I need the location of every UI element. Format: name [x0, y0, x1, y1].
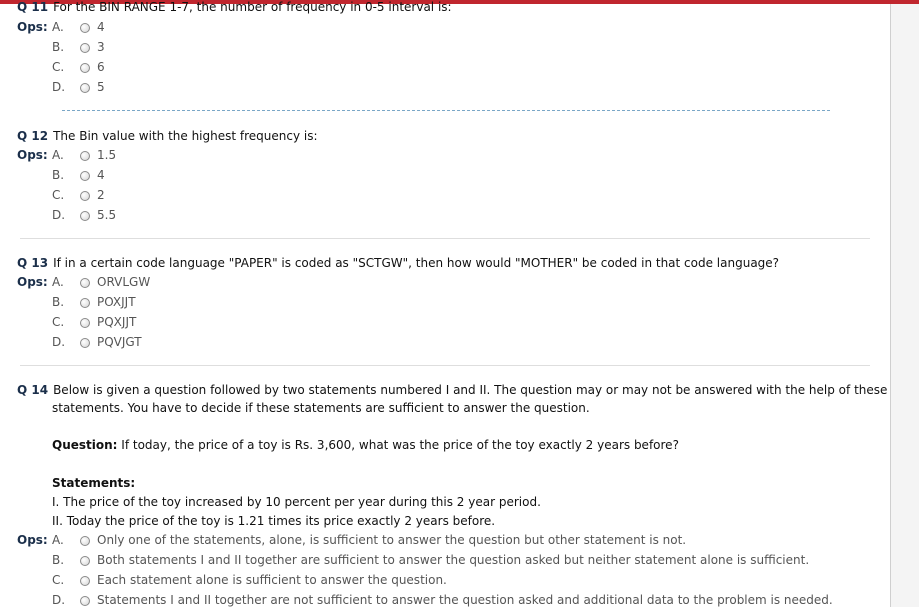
question-text: For the BIN RANGE 1-7, the number of fre…: [53, 0, 452, 14]
option-text: 6: [97, 60, 105, 74]
options-label: Ops:: [17, 275, 48, 289]
option-text: Only one of the statements, alone, is su…: [97, 533, 687, 547]
question-13: Q 13 If in a certain code language "PAPER…: [17, 255, 779, 271]
option-text: 4: [97, 20, 105, 34]
option-letter: A.: [52, 533, 64, 547]
option-radio-q11-a[interactable]: [80, 23, 90, 33]
option-letter: D.: [52, 80, 66, 94]
option-radio-q13-d[interactable]: [80, 338, 90, 348]
option-letter: C.: [52, 315, 65, 329]
option-letter: D.: [52, 335, 66, 349]
option-radio-q11-d[interactable]: [80, 83, 90, 93]
option-radio-q12-b[interactable]: [80, 171, 90, 181]
question-number: Q 11: [17, 0, 49, 14]
scroll-gutter: [891, 4, 919, 607]
section-divider: [62, 110, 830, 111]
option-radio-q14-d[interactable]: [80, 596, 90, 606]
option-letter: B.: [52, 295, 65, 309]
option-letter: B.: [52, 40, 65, 54]
question-number: Q 13: [17, 256, 49, 270]
option-radio-q14-a[interactable]: [80, 536, 90, 546]
option-letter: D.: [52, 208, 66, 222]
option-text: ORVLGW: [97, 275, 151, 289]
option-text: Each statement alone is sufficient to an…: [97, 573, 447, 587]
option-letter: C.: [52, 188, 65, 202]
option-text: 5: [97, 80, 105, 94]
options-label: Ops:: [17, 533, 48, 547]
option-text: POXJJT: [97, 295, 136, 309]
option-radio-q14-c[interactable]: [80, 576, 90, 586]
option-text: Both statements I and II together are su…: [97, 553, 810, 567]
option-radio-q12-c[interactable]: [80, 191, 90, 201]
section-divider: [20, 365, 870, 366]
option-radio-q11-b[interactable]: [80, 43, 90, 53]
option-letter: C.: [52, 573, 65, 587]
option-text: PQXJJT: [97, 315, 137, 329]
question-text-continued: statements. You have to decide if these …: [52, 401, 590, 415]
question-prompt-text: If today, the price of a toy is Rs. 3,60…: [117, 438, 679, 452]
statement-2: II. Today the price of the toy is 1.21 t…: [52, 514, 496, 528]
section-divider: [20, 238, 870, 239]
option-letter: B.: [52, 553, 65, 567]
statement-1: I. The price of the toy increased by 10 …: [52, 495, 541, 509]
option-letter: A.: [52, 20, 64, 34]
options-label: Ops:: [17, 148, 48, 162]
option-text: 3: [97, 40, 105, 54]
option-text: 4: [97, 168, 105, 182]
option-radio-q12-d[interactable]: [80, 211, 90, 221]
option-letter: A.: [52, 148, 64, 162]
question-label: Question:: [52, 438, 118, 452]
question-number: Q 14: [17, 383, 49, 397]
option-letter: C.: [52, 60, 65, 74]
question-11: Q 11 For the BIN RANGE 1-7, the number of…: [17, 0, 452, 15]
option-radio-q12-a[interactable]: [80, 151, 90, 161]
option-radio-q13-b[interactable]: [80, 298, 90, 308]
option-text: 2: [97, 188, 105, 202]
option-text: 1.5: [97, 148, 117, 162]
question-text: If in a certain code language "PAPER" is…: [53, 256, 780, 270]
question-12: Q 12 The Bin value with the highest frequ…: [17, 128, 318, 144]
option-text: 5.5: [97, 208, 117, 222]
option-radio-q13-c[interactable]: [80, 318, 90, 328]
option-letter: D.: [52, 593, 66, 607]
question-prompt: Question: If today, the price of a toy i…: [52, 436, 842, 455]
option-radio-q11-c[interactable]: [80, 63, 90, 73]
option-text: PQVJGT: [97, 335, 142, 349]
question-number: Q 12: [17, 129, 49, 143]
question-14: Q 14 Below is given a question followed b…: [17, 382, 887, 398]
option-text: Statements I and II together are not suf…: [97, 593, 833, 607]
option-radio-q13-a[interactable]: [80, 278, 90, 288]
options-label: Ops:: [17, 20, 48, 34]
option-letter: B.: [52, 168, 65, 182]
question-text: Below is given a question followed by tw…: [53, 383, 888, 397]
option-radio-q14-b[interactable]: [80, 556, 90, 566]
statements-label: Statements:: [52, 476, 136, 490]
question-text: The Bin value with the highest frequency…: [53, 129, 318, 143]
option-letter: A.: [52, 275, 64, 289]
